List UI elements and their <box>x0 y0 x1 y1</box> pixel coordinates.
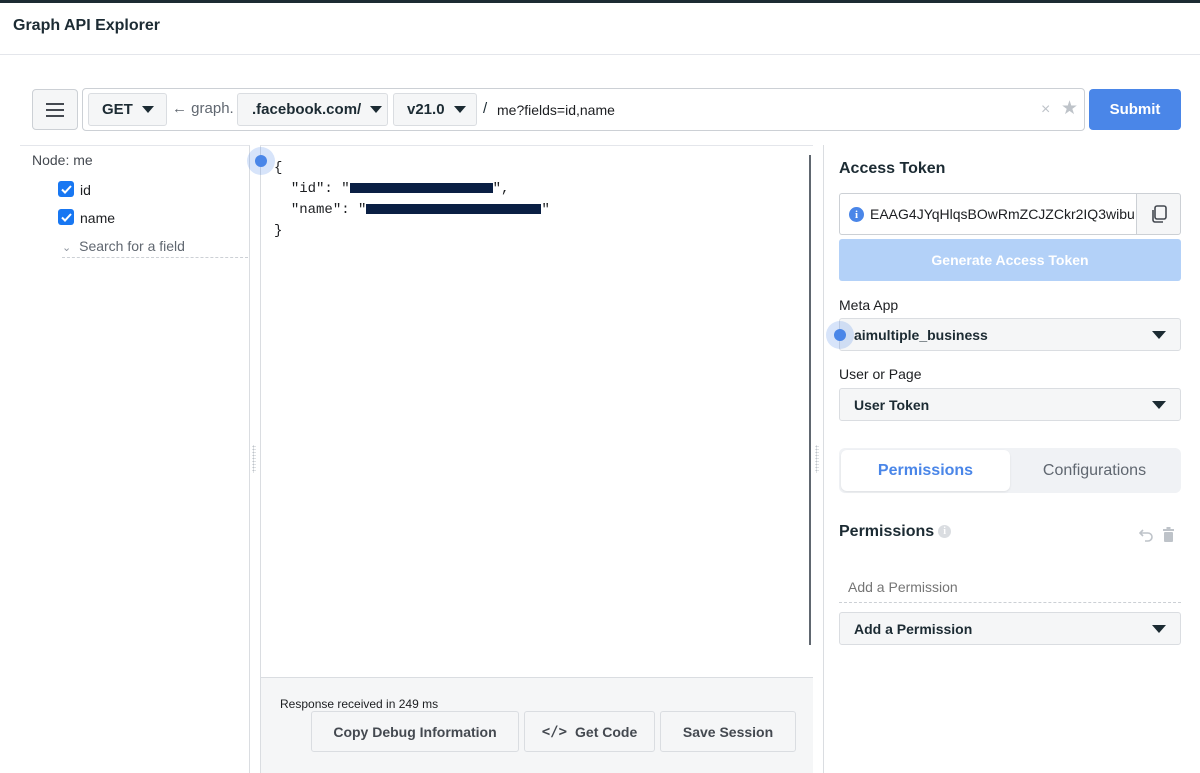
copy-icon <box>1151 205 1167 223</box>
json-key-name: "name" <box>290 202 342 218</box>
domain-value: .facebook.com/ <box>252 101 362 118</box>
version-value: v21.0 <box>407 101 445 118</box>
version-select[interactable]: v21.0 <box>393 93 477 126</box>
access-token-title: Access Token <box>839 160 946 177</box>
search-field-placeholder: Search for a field <box>79 238 185 254</box>
json-close-brace: } <box>274 223 283 239</box>
right-splitter-handle[interactable] <box>815 445 819 473</box>
submit-button[interactable]: Submit <box>1089 89 1181 130</box>
hamburger-menu-icon <box>46 102 64 117</box>
caret-down-icon <box>1152 331 1166 339</box>
query-bar: GET ← graph. .facebook.com/ v21.0 / × ★ <box>82 88 1085 131</box>
meta-app-select[interactable]: aimultiple_business <box>839 318 1181 351</box>
user-or-page-label: User or Page <box>839 366 922 382</box>
chevron-down-icon: ⌄ <box>62 242 72 254</box>
redacted-id-value <box>349 183 493 194</box>
meta-app-value: aimultiple_business <box>854 326 988 343</box>
user-or-page-select[interactable]: User Token <box>839 388 1181 421</box>
meta-app-label: Meta App <box>839 297 899 313</box>
access-token-field[interactable]: i EAAG4JYqHlqsBOwRmZCJZCkr2IQ3wibuZBxZCk… <box>839 193 1136 235</box>
menu-button[interactable] <box>32 89 78 130</box>
json-comma: , <box>501 181 510 197</box>
response-time: Response received in 249 ms <box>280 697 439 711</box>
undo-icon[interactable] <box>1138 527 1154 547</box>
app-title: Graph API Explorer <box>13 17 160 34</box>
json-response: { "id": " ", "name": " " } <box>274 160 550 239</box>
node-label-prefix: Node: <box>32 152 70 168</box>
caret-down-icon <box>370 106 383 113</box>
add-permission-value: Add a Permission <box>854 620 973 637</box>
domain-select[interactable]: .facebook.com/ <box>237 93 388 126</box>
tab-permissions[interactable]: Permissions <box>841 450 1010 491</box>
info-icon: i <box>849 207 864 222</box>
json-open-brace: { <box>274 160 283 176</box>
save-session-button[interactable]: Save Session <box>660 711 796 752</box>
caret-down-icon <box>1152 625 1166 633</box>
query-path-input[interactable] <box>497 95 1037 124</box>
generate-access-token-button[interactable]: Generate Access Token <box>839 239 1181 281</box>
checkmark-icon <box>60 184 72 194</box>
node-value: me <box>73 152 93 168</box>
tab-configurations[interactable]: Configurations <box>1010 450 1179 491</box>
field-name-label: name <box>80 210 116 226</box>
response-scrollbar[interactable] <box>809 155 811 645</box>
redacted-name-value <box>366 204 542 215</box>
access-token-value: EAAG4JYqHlqsBOwRmZCJZCkr2IQ3wibuZBxZCkAZ… <box>870 206 1135 222</box>
field-id-checkbox[interactable] <box>58 181 74 197</box>
get-code-button[interactable]: </> Get Code <box>524 711 655 752</box>
left-splitter-handle[interactable] <box>252 445 256 473</box>
graph-domain-prefix: ← graph. <box>172 100 234 117</box>
permissions-title-text: Permissions <box>839 523 935 540</box>
focus-indicator-dot <box>247 147 275 175</box>
clear-icon[interactable]: × <box>1041 101 1050 119</box>
http-method-value: GET <box>102 101 133 118</box>
caret-down-icon <box>141 106 154 113</box>
copy-token-button[interactable] <box>1136 193 1181 235</box>
add-permission-select[interactable]: Add a Permission <box>839 612 1181 645</box>
add-permission-input[interactable] <box>839 572 1181 603</box>
json-key-id: "id" <box>290 181 325 197</box>
permissions-title: Permissions i <box>839 523 952 541</box>
star-icon[interactable]: ★ <box>1061 97 1078 120</box>
code-icon: </> <box>541 723 568 740</box>
header-divider <box>0 54 1200 55</box>
json-colon: : <box>324 181 342 197</box>
search-field-input[interactable]: ⌄ Search for a field <box>62 238 248 258</box>
get-code-label: Get Code <box>575 723 638 740</box>
path-separator: / <box>483 100 488 117</box>
http-method-select[interactable]: GET <box>88 93 167 126</box>
checkmark-icon <box>60 212 72 222</box>
node-label: Node: me <box>32 152 93 168</box>
response-right-border <box>823 145 824 773</box>
copy-debug-button[interactable]: Copy Debug Information <box>311 711 519 752</box>
panel-tabs: Permissions Configurations <box>839 448 1181 493</box>
caret-down-icon <box>453 106 466 113</box>
trash-icon[interactable] <box>1162 527 1175 547</box>
caret-down-icon <box>1152 401 1166 409</box>
info-icon: i <box>938 525 952 538</box>
field-name-checkbox[interactable] <box>58 209 74 225</box>
field-id-label: id <box>80 182 91 198</box>
focus-indicator-dot <box>826 321 854 349</box>
top-border <box>0 0 1200 3</box>
user-or-page-value: User Token <box>854 396 930 413</box>
json-colon: : <box>341 202 359 218</box>
